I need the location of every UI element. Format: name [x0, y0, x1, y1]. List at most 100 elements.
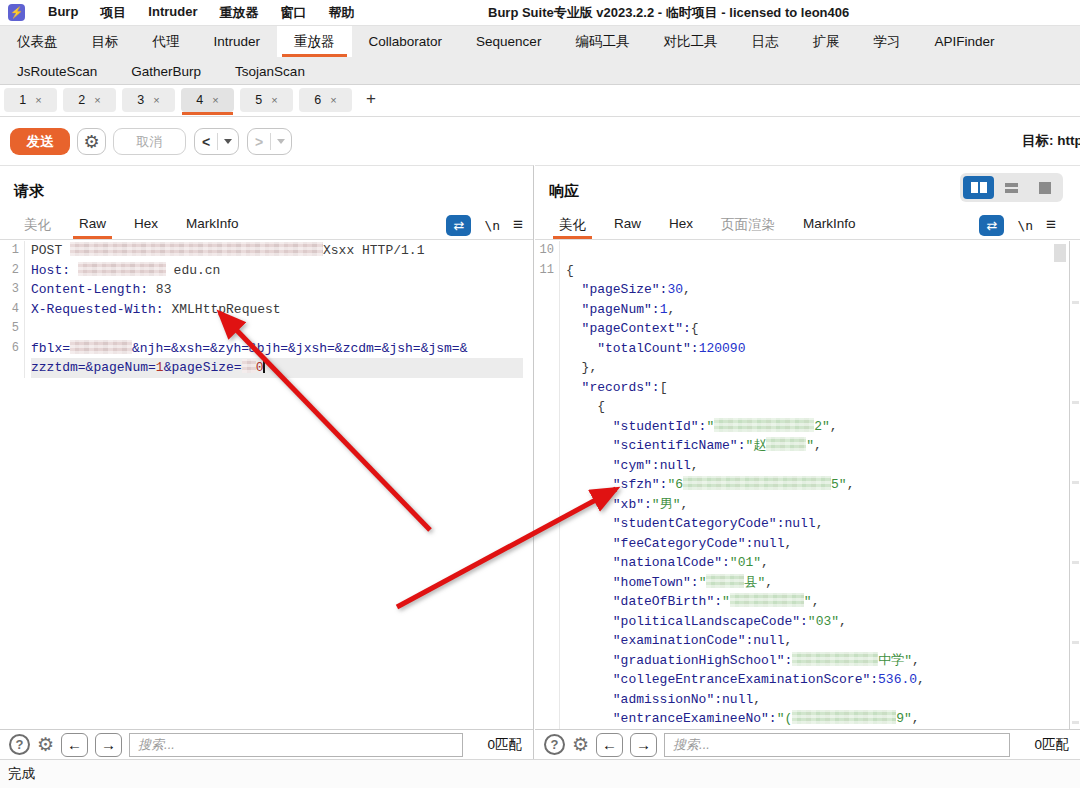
code-line: "dateOfBirth":"",: [535, 592, 1068, 612]
view-tab-MarkInfo[interactable]: MarkInfo: [789, 212, 870, 239]
tab-对比工具[interactable]: 对比工具: [646, 26, 734, 57]
view-tab-美化[interactable]: 美化: [545, 212, 600, 239]
line-number: [535, 631, 560, 651]
close-tab-icon[interactable]: ×: [271, 94, 277, 106]
next-icon[interactable]: >: [248, 134, 270, 150]
code-line: "totalCount":120090: [535, 339, 1068, 359]
tab-JsRouteScan[interactable]: JsRouteScan: [0, 57, 114, 85]
code-line: "cym":null,: [535, 456, 1068, 476]
view-tab-页面渲染[interactable]: 页面渲染: [707, 212, 789, 239]
line-number: 2: [0, 261, 25, 281]
editor-menu-icon[interactable]: ≡: [513, 215, 523, 235]
redacted-text: [70, 340, 132, 354]
view-tab-Hex[interactable]: Hex: [655, 212, 707, 239]
line-number: [535, 670, 560, 690]
search-prev-button[interactable]: ←: [61, 733, 88, 757]
prev-icon[interactable]: <: [195, 134, 217, 150]
show-newlines-icon[interactable]: \n: [1017, 218, 1033, 233]
layout-rows-button[interactable]: [996, 176, 1027, 199]
search-input[interactable]: [129, 733, 463, 757]
tab-Sequencer[interactable]: Sequencer: [459, 26, 558, 57]
code-line: "admissionNo":null,: [535, 690, 1068, 710]
search-input[interactable]: [664, 733, 1010, 757]
layout-columns-button[interactable]: [963, 176, 994, 199]
menu-重放器[interactable]: 重放器: [208, 4, 269, 22]
response-search-bar: ? ⚙ ← → 0匹配: [535, 729, 1080, 759]
line-number: [535, 709, 560, 729]
close-tab-icon[interactable]: ×: [35, 94, 41, 106]
tab-扩展[interactable]: 扩展: [795, 26, 856, 57]
request-editor[interactable]: 1POST Xsxx HTTP/1.12Host: edu.cn3Content…: [0, 241, 523, 729]
redacted-text: [70, 242, 323, 256]
tab-日志[interactable]: 日志: [734, 26, 795, 57]
close-tab-icon[interactable]: ×: [212, 94, 218, 106]
menu-项目[interactable]: 项目: [89, 4, 137, 22]
view-tab-MarkInfo[interactable]: MarkInfo: [172, 212, 253, 239]
add-tab-button[interactable]: +: [358, 88, 384, 110]
view-tab-美化[interactable]: 美化: [10, 212, 65, 239]
tab-仪表盘[interactable]: 仪表盘: [0, 26, 75, 57]
redacted-text: [792, 652, 878, 666]
repeater-tab-4[interactable]: 4×: [181, 88, 234, 112]
repeater-tab-5[interactable]: 5×: [240, 88, 293, 112]
menu-窗口[interactable]: 窗口: [269, 4, 317, 22]
repeater-tab-6[interactable]: 6×: [299, 88, 352, 112]
code-line: "pageSize":30,: [535, 280, 1068, 300]
view-tab-Hex[interactable]: Hex: [120, 212, 172, 239]
code-line: "studentCategoryCode":null,: [535, 514, 1068, 534]
help-icon[interactable]: ?: [9, 734, 30, 755]
response-viewer[interactable]: 1011{ "pageSize":30, "pageNum":1, "pageC…: [535, 241, 1068, 729]
prev-request-button[interactable]: <: [194, 128, 239, 155]
menu-Intruder[interactable]: Intruder: [137, 4, 208, 22]
chevron-down-icon[interactable]: [277, 139, 285, 144]
line-number: [535, 417, 560, 437]
scrollbar-thumb[interactable]: [1054, 244, 1066, 262]
menu-Burp[interactable]: Burp: [37, 4, 89, 22]
close-tab-icon[interactable]: ×: [153, 94, 159, 106]
chevron-down-icon[interactable]: [224, 139, 232, 144]
cancel-button[interactable]: 取消: [113, 128, 186, 155]
tab-APIFinder[interactable]: APIFinder: [917, 26, 1011, 57]
pretty-print-icon[interactable]: ⇄: [979, 215, 1004, 236]
view-tab-Raw[interactable]: Raw: [600, 212, 655, 239]
request-panel: 请求 美化RawHexMarkInfo ⇄ \n ≡ 1POST Xsxx HT…: [0, 165, 534, 759]
tab-GatherBurp[interactable]: GatherBurp: [114, 57, 218, 85]
search-settings-icon[interactable]: ⚙: [572, 735, 589, 754]
pretty-print-icon[interactable]: ⇄: [446, 215, 471, 236]
view-tab-Raw[interactable]: Raw: [65, 212, 120, 239]
response-panel-title: 响应: [549, 182, 579, 201]
tab-学习[interactable]: 学习: [856, 26, 917, 57]
layout-single-button[interactable]: [1029, 176, 1060, 199]
tab-Collaborator[interactable]: Collaborator: [352, 26, 460, 57]
tab-编码工具[interactable]: 编码工具: [558, 26, 646, 57]
status-bar: 完成: [0, 759, 1080, 788]
search-next-button[interactable]: →: [630, 733, 657, 757]
line-number: [535, 397, 560, 417]
repeater-tab-2[interactable]: 2×: [63, 88, 116, 112]
settings-gear-button[interactable]: ⚙: [77, 128, 106, 155]
show-newlines-icon[interactable]: \n: [484, 218, 500, 233]
request-panel-title: 请求: [14, 182, 44, 201]
search-prev-button[interactable]: ←: [596, 733, 623, 757]
repeater-tab-3[interactable]: 3×: [122, 88, 175, 112]
tab-Intruder[interactable]: Intruder: [197, 26, 278, 57]
menu-帮助[interactable]: 帮助: [317, 4, 365, 22]
close-tab-icon[interactable]: ×: [94, 94, 100, 106]
code-line: 3Content-Length: 83: [0, 280, 523, 300]
search-next-button[interactable]: →: [95, 733, 122, 757]
editor-menu-icon[interactable]: ≡: [1046, 215, 1056, 235]
code-line: "politicalLandscapeCode":"03",: [535, 612, 1068, 632]
send-button[interactable]: 发送: [10, 128, 70, 155]
tab-重放器[interactable]: 重放器: [277, 26, 352, 57]
next-request-button[interactable]: >: [247, 128, 292, 155]
line-number: [535, 456, 560, 476]
tab-TsojanScan[interactable]: TsojanScan: [218, 57, 322, 85]
repeater-tab-1[interactable]: 1×: [4, 88, 57, 112]
close-tab-icon[interactable]: ×: [330, 94, 336, 106]
help-icon[interactable]: ?: [544, 734, 565, 755]
target-label: 目标: http: [1022, 132, 1080, 150]
search-settings-icon[interactable]: ⚙: [37, 735, 54, 754]
tab-目标[interactable]: 目标: [75, 26, 136, 57]
tab-代理[interactable]: 代理: [136, 26, 197, 57]
code-line: "nationalCode":"01",: [535, 553, 1068, 573]
